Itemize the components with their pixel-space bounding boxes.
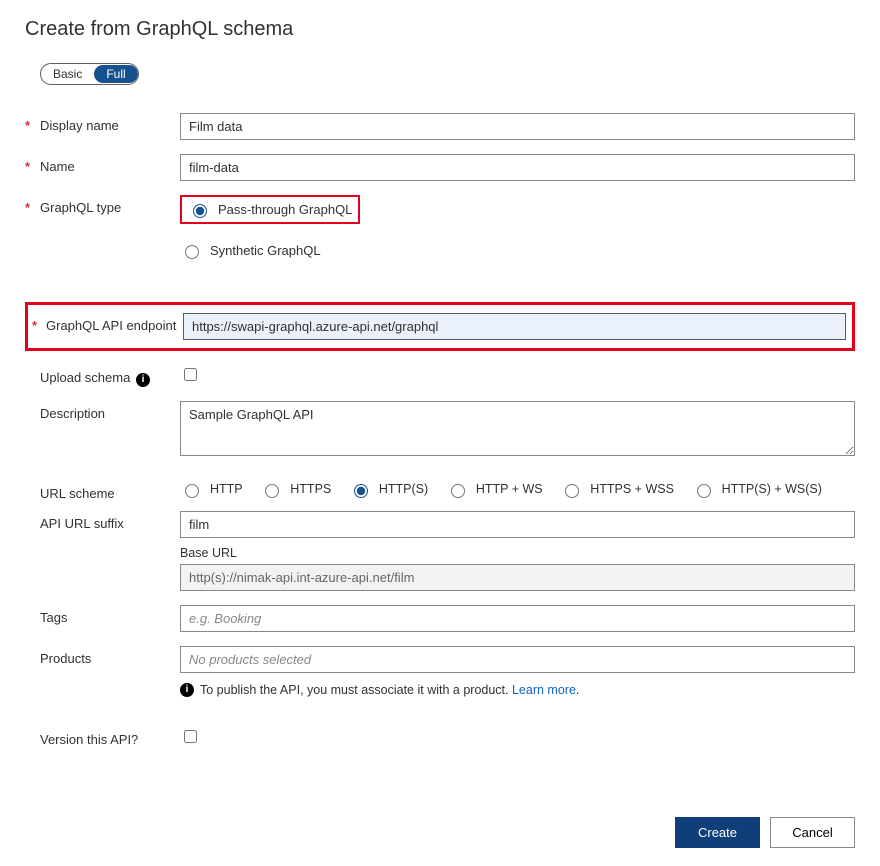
radio-synthetic-input[interactable] — [185, 245, 199, 259]
products-field[interactable] — [180, 646, 855, 673]
tags-label: Tags — [40, 605, 180, 625]
page-title: Create from GraphQL schema — [25, 18, 855, 41]
toggle-basic[interactable]: Basic — [41, 65, 94, 83]
passthrough-highlight: Pass-through GraphQL — [180, 195, 360, 224]
description-field[interactable]: Sample GraphQL API — [180, 401, 855, 456]
radio-http[interactable]: HTTP — [180, 481, 243, 498]
products-label: Products — [40, 646, 180, 666]
radio-https[interactable]: HTTPS — [260, 481, 331, 498]
required-marker: * — [25, 113, 40, 133]
cancel-button[interactable]: Cancel — [770, 817, 855, 848]
radio-httpboth[interactable]: HTTP(S) — [349, 481, 428, 498]
learn-more-link[interactable]: Learn more — [512, 683, 576, 697]
upload-schema-checkbox[interactable] — [184, 368, 197, 381]
endpoint-label: GraphQL API endpoint — [46, 313, 183, 333]
version-checkbox[interactable] — [184, 730, 197, 743]
base-url-label: Base URL — [180, 546, 855, 560]
graphql-type-label: GraphQL type — [40, 195, 180, 215]
required-marker: * — [25, 154, 40, 174]
display-name-label: Display name — [40, 113, 180, 133]
radio-https-wss[interactable]: HTTPS + WSS — [560, 481, 674, 498]
name-label: Name — [40, 154, 180, 174]
radio-http-ws[interactable]: HTTP + WS — [446, 481, 543, 498]
radio-synthetic-label: Synthetic GraphQL — [210, 243, 321, 258]
upload-schema-label: Upload schema i — [40, 365, 180, 387]
create-button[interactable]: Create — [675, 817, 760, 848]
publish-note: i To publish the API, you must associate… — [180, 683, 855, 697]
radio-pass-through-label: Pass-through GraphQL — [218, 202, 352, 217]
info-icon: i — [180, 683, 194, 697]
version-label: Version this API? — [40, 727, 180, 747]
tags-field[interactable] — [180, 605, 855, 632]
name-field[interactable] — [180, 154, 855, 181]
required-marker: * — [28, 313, 46, 333]
radio-pass-through[interactable]: Pass-through GraphQL — [188, 201, 352, 218]
radio-synthetic[interactable]: Synthetic GraphQL — [180, 242, 321, 259]
info-icon[interactable]: i — [136, 373, 150, 387]
endpoint-field[interactable] — [183, 313, 846, 340]
radio-pass-through-input[interactable] — [193, 204, 207, 218]
radio-httpboth-wsboth[interactable]: HTTP(S) + WS(S) — [692, 481, 822, 498]
suffix-field[interactable] — [180, 511, 855, 538]
endpoint-highlight: * GraphQL API endpoint — [25, 302, 855, 351]
base-url-field — [180, 564, 855, 591]
url-scheme-label: URL scheme — [40, 481, 180, 501]
suffix-label: API URL suffix — [40, 511, 180, 531]
required-marker: * — [25, 195, 40, 215]
toggle-full[interactable]: Full — [94, 65, 137, 83]
description-label: Description — [40, 401, 180, 421]
basic-full-toggle[interactable]: Basic Full — [40, 63, 139, 85]
display-name-field[interactable] — [180, 113, 855, 140]
